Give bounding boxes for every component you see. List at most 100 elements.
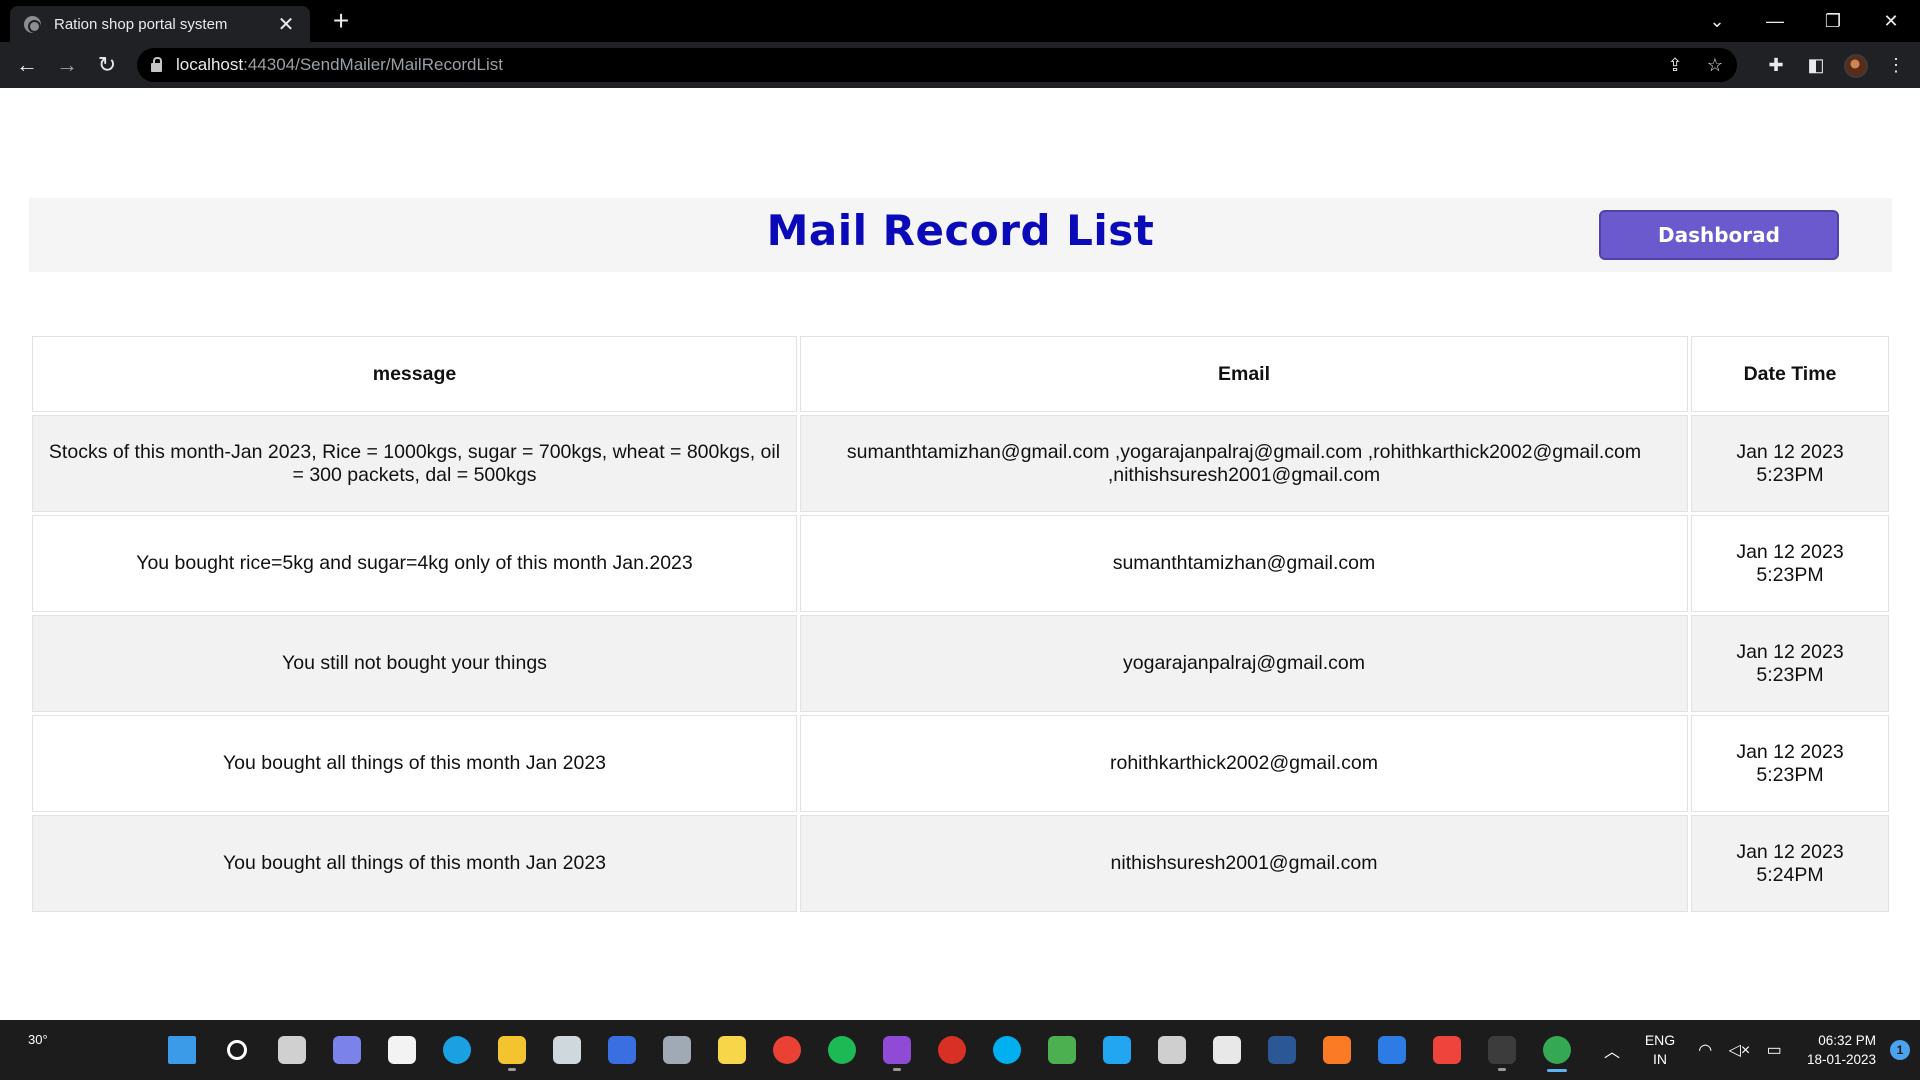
language-code: ENG <box>1644 1032 1676 1048</box>
taskbar-app-button[interactable] <box>1315 1028 1359 1072</box>
system-tray: ︿ ENG IN ◠ ◁× ▭ 06:32 PM 18-01-2023 1 <box>1594 1020 1920 1080</box>
start-icon <box>168 1036 196 1064</box>
date-text: Jan 12 2023 <box>1736 640 1844 663</box>
quick-settings[interactable]: ◠ ◁× ▭ <box>1690 1040 1790 1060</box>
restore-icon[interactable]: ❐ <box>1804 0 1862 42</box>
date-text: Jan 12 2023 <box>1736 440 1844 463</box>
taskbar-app-button[interactable] <box>160 1028 204 1072</box>
taskbar-app-button[interactable] <box>490 1028 534 1072</box>
table-row: You bought rice=5kg and sugar=4kg only o… <box>32 515 1889 612</box>
extensions-icon[interactable]: ✚ <box>1756 48 1796 82</box>
tab-title: Ration shop portal system <box>54 15 228 33</box>
profile-avatar[interactable] <box>1836 48 1876 82</box>
clock-date: 18-01-2023 <box>1806 1052 1876 1067</box>
clock-time: 06:32 PM <box>1818 1033 1876 1048</box>
taskbar-app-button[interactable] <box>875 1028 919 1072</box>
browser-tab[interactable]: Ration shop portal system ✕ <box>10 6 310 42</box>
weather-widget[interactable]: 30° <box>28 1032 48 1047</box>
taskbar-app-button[interactable] <box>270 1028 314 1072</box>
taskbar-app-button[interactable] <box>820 1028 864 1072</box>
region-code: IN <box>1653 1051 1667 1067</box>
language-indicator[interactable]: ENG IN <box>1630 1031 1690 1069</box>
word-icon <box>1268 1036 1296 1064</box>
page-content: Mail Record List Dashborad message Email… <box>0 88 1920 1020</box>
time-text: 5:23PM <box>1756 663 1824 686</box>
file-explorer-icon <box>498 1036 526 1064</box>
email-cell: yogarajanpalraj@gmail.com <box>800 615 1688 712</box>
microsoft-store-icon <box>388 1036 416 1064</box>
window-controls: ⌄ — ❐ ✕ <box>1688 0 1920 42</box>
taskbar-app-button[interactable] <box>1260 1028 1304 1072</box>
lock-icon[interactable] <box>151 57 162 72</box>
taskbar-app-button[interactable] <box>1480 1028 1524 1072</box>
speaker-muted-icon: ◁× <box>1728 1042 1751 1059</box>
menu-kebab-icon[interactable]: ⋮ <box>1876 48 1916 82</box>
taskbar-app-button[interactable] <box>710 1028 754 1072</box>
taskbar-app-button[interactable] <box>1205 1028 1249 1072</box>
table-row: Stocks of this month-Jan 2023, Rice = 10… <box>32 415 1889 512</box>
taskbar-app-button[interactable] <box>1040 1028 1084 1072</box>
taskbar-app-button[interactable] <box>1095 1028 1139 1072</box>
time-text: 5:24PM <box>1756 863 1824 886</box>
url-path: :44304/SendMailer/MailRecordList <box>243 55 503 74</box>
dashboard-button[interactable]: Dashborad <box>1599 210 1839 260</box>
battery-icon: ▭ <box>1766 1042 1782 1059</box>
vscode-icon <box>1103 1036 1131 1064</box>
taskbar-app-button[interactable] <box>600 1028 644 1072</box>
message-cell: Stocks of this month-Jan 2023, Rice = 10… <box>32 415 797 512</box>
address-bar[interactable]: localhost :44304/SendMailer/MailRecordLi… <box>137 48 1737 82</box>
column-header-email: Email <box>800 336 1688 412</box>
datetime-cell: Jan 12 2023 5:23PM <box>1691 715 1889 812</box>
close-window-icon[interactable]: ✕ <box>1862 0 1920 42</box>
email-cell: rohithkarthick2002@gmail.com <box>800 715 1688 812</box>
bookmark-star-icon[interactable]: ☆ <box>1695 48 1735 82</box>
skype-icon <box>993 1036 1021 1064</box>
show-hidden-icons-icon[interactable]: ︿ <box>1594 1038 1630 1062</box>
new-tab-button[interactable]: + <box>326 6 356 36</box>
taskbar-app-button[interactable] <box>435 1028 479 1072</box>
table-row: You bought all things of this month Jan … <box>32 715 1889 812</box>
share-icon[interactable]: ⇪ <box>1655 48 1695 82</box>
taskbar: 30° ︿ ENG IN ◠ ◁× ▭ 06:32 PM 18-01-2023 … <box>0 1020 1920 1080</box>
date-text: Jan 12 2023 <box>1736 840 1844 863</box>
forward-icon[interactable]: → <box>50 48 84 82</box>
taskbar-app-button[interactable] <box>930 1028 974 1072</box>
message-cell: You bought rice=5kg and sugar=4kg only o… <box>32 515 797 612</box>
notification-center[interactable]: 1 <box>1880 1040 1920 1060</box>
taskbar-app-button[interactable] <box>380 1028 424 1072</box>
url-host: localhost <box>176 55 244 74</box>
time-text: 5:23PM <box>1756 463 1824 486</box>
taskbar-app-button[interactable] <box>325 1028 369 1072</box>
taskbar-app-button[interactable] <box>1425 1028 1469 1072</box>
taskbar-app-button[interactable] <box>215 1028 259 1072</box>
clock[interactable]: 06:32 PM 18-01-2023 <box>1790 1031 1880 1069</box>
taskbar-app-button[interactable] <box>985 1028 1029 1072</box>
email-cell: sumanthtamizhan@gmail.com ,yogarajanpalr… <box>800 415 1688 512</box>
back-icon[interactable]: ← <box>10 48 44 82</box>
reload-icon[interactable]: ↻ <box>90 48 124 82</box>
table-header-row: message Email Date Time <box>32 336 1889 412</box>
tab-close-icon[interactable]: ✕ <box>276 12 296 37</box>
minimize-icon[interactable]: — <box>1746 0 1804 42</box>
side-panel-icon[interactable]: ◧ <box>1796 48 1836 82</box>
mail-record-table: message Email Date Time Stocks of this m… <box>29 333 1892 915</box>
browser-tabstrip: Ration shop portal system ✕ + ⌄ — ❐ ✕ <box>0 0 1920 42</box>
taskbar-apps <box>160 1028 1590 1072</box>
taskbar-app-button[interactable] <box>765 1028 809 1072</box>
time-text: 5:23PM <box>1756 563 1824 586</box>
taskbar-app-button[interactable] <box>1535 1028 1579 1072</box>
message-cell: You bought all things of this month Jan … <box>32 715 797 812</box>
wifi-icon: ◠ <box>1698 1042 1713 1059</box>
spotify-icon <box>828 1036 856 1064</box>
taskbar-app-button[interactable] <box>655 1028 699 1072</box>
email-cell: sumanthtamizhan@gmail.com <box>800 515 1688 612</box>
chrome-profile-icon <box>1543 1036 1571 1064</box>
time-text: 5:23PM <box>1756 763 1824 786</box>
azure-data-studio-icon <box>608 1036 636 1064</box>
table-row: You bought all things of this month Jan … <box>32 815 1889 912</box>
taskbar-app-button[interactable] <box>1150 1028 1194 1072</box>
anydesk-icon <box>1433 1036 1461 1064</box>
taskbar-app-button[interactable] <box>545 1028 589 1072</box>
tab-search-icon[interactable]: ⌄ <box>1688 0 1746 42</box>
taskbar-app-button[interactable] <box>1370 1028 1414 1072</box>
